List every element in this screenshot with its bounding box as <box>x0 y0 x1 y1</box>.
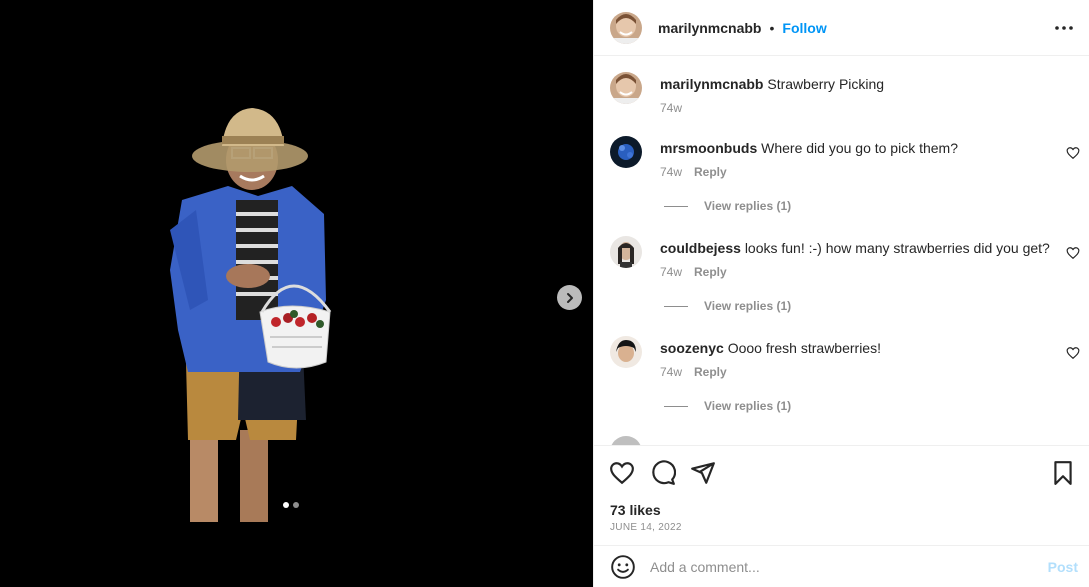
avatar-image <box>610 336 642 368</box>
comment-meta: 74w Reply <box>660 365 727 379</box>
commenter-avatar[interactable] <box>610 336 642 368</box>
author-avatar[interactable] <box>610 11 642 44</box>
comment-icon[interactable] <box>650 460 676 486</box>
caption-text: marilynmcnabb Strawberry Picking <box>660 75 1055 93</box>
bookmark-icon[interactable] <box>1050 460 1076 486</box>
view-replies-label: View replies (1) <box>704 299 792 313</box>
comment-age: 74w <box>660 365 683 379</box>
comment-item: soozenyc Oooo fresh strawberries! 74w Re… <box>610 336 1080 426</box>
comment-age: 74w <box>660 265 683 279</box>
comment-meta: 74w Reply <box>660 265 727 279</box>
comment-body: looks fun! :-) how many strawberries did… <box>744 240 1050 256</box>
caption-age: 74w <box>660 101 683 115</box>
reply-button[interactable]: Reply <box>694 265 727 279</box>
caption-username[interactable]: marilynmcnabb <box>660 76 763 92</box>
comment-text: couldbejess looks fun! :-) how many stra… <box>660 239 1055 257</box>
post-header: marilynmcnabb • Follow <box>594 0 1089 56</box>
view-replies-label: View replies (1) <box>704 399 792 413</box>
author-username[interactable]: marilynmcnabb <box>658 20 761 36</box>
post-actions: 73 likes JUNE 14, 2022 <box>594 445 1089 545</box>
comment-username[interactable]: couldbejess <box>660 240 741 256</box>
avatar-image <box>610 136 642 168</box>
chevron-right-icon <box>566 292 573 303</box>
comments-list[interactable]: marilynmcnabb Strawberry Picking 74w mrs… <box>594 57 1089 445</box>
post-photo <box>0 0 593 587</box>
carousel-dot <box>293 502 299 508</box>
reply-button[interactable]: Reply <box>694 165 727 179</box>
commenter-avatar[interactable] <box>610 436 642 445</box>
avatar-image <box>610 236 642 268</box>
likes-count[interactable]: 73 likes <box>610 502 661 518</box>
comment-age: 74w <box>660 165 683 179</box>
carousel-indicator <box>283 502 299 508</box>
post-date: JUNE 14, 2022 <box>610 522 682 533</box>
view-replies-button[interactable]: View replies (1) <box>660 299 791 313</box>
comment-username[interactable]: mrsmoonbuds <box>660 140 757 156</box>
comment-text: soozenyc Oooo fresh strawberries! <box>660 339 1055 357</box>
share-icon[interactable] <box>690 460 716 486</box>
post-comment-button[interactable]: Post <box>1048 559 1078 575</box>
comment-item: couldbejess looks fun! :-) how many stra… <box>610 236 1080 326</box>
comment-input[interactable] <box>650 558 1030 575</box>
avatar-image <box>610 11 642 44</box>
heart-icon[interactable] <box>609 460 635 486</box>
post-side-panel: marilynmcnabb • Follow marilynmcnabb Str… <box>593 0 1089 587</box>
comment-composer: Post <box>594 545 1089 587</box>
comment-item-partial <box>610 436 1080 445</box>
comment-body: Where did you go to pick them? <box>761 140 959 156</box>
post-media[interactable] <box>0 0 593 587</box>
divider-line <box>664 305 688 307</box>
caption: marilynmcnabb Strawberry Picking 74w <box>610 72 1080 122</box>
emoji-icon[interactable] <box>610 554 636 580</box>
view-replies-label: View replies (1) <box>704 199 792 213</box>
commenter-avatar[interactable] <box>610 136 642 168</box>
commenter-avatar[interactable] <box>610 236 642 268</box>
view-replies-button[interactable]: View replies (1) <box>660 199 791 213</box>
caption-body: Strawberry Picking <box>767 76 885 92</box>
comment-username[interactable]: soozenyc <box>660 340 724 356</box>
comment-text: mrsmoonbuds Where did you go to pick the… <box>660 139 1055 157</box>
divider-line <box>664 205 688 207</box>
next-photo-button[interactable] <box>557 285 582 310</box>
carousel-dot-active <box>283 502 289 508</box>
caption-author-avatar[interactable] <box>610 72 642 104</box>
follow-button[interactable]: Follow <box>782 20 826 36</box>
comment-like-heart-icon[interactable] <box>1066 146 1080 160</box>
comment-like-heart-icon[interactable] <box>1066 346 1080 360</box>
comment-item: mrsmoonbuds Where did you go to pick the… <box>610 136 1080 226</box>
comment-body: Oooo fresh strawberries! <box>727 340 881 356</box>
divider-line <box>664 405 688 407</box>
comment-meta: 74w Reply <box>660 165 727 179</box>
header-separator: • <box>769 19 775 36</box>
view-replies-button[interactable]: View replies (1) <box>660 399 791 413</box>
comment-like-heart-icon[interactable] <box>1066 246 1080 260</box>
post-dialog: marilynmcnabb • Follow marilynmcnabb Str… <box>0 0 1089 587</box>
avatar-image <box>610 72 642 104</box>
more-options-icon <box>1055 26 1073 30</box>
caption-meta: 74w <box>660 101 682 115</box>
more-options-button[interactable] <box>1052 16 1076 40</box>
reply-button[interactable]: Reply <box>694 365 727 379</box>
